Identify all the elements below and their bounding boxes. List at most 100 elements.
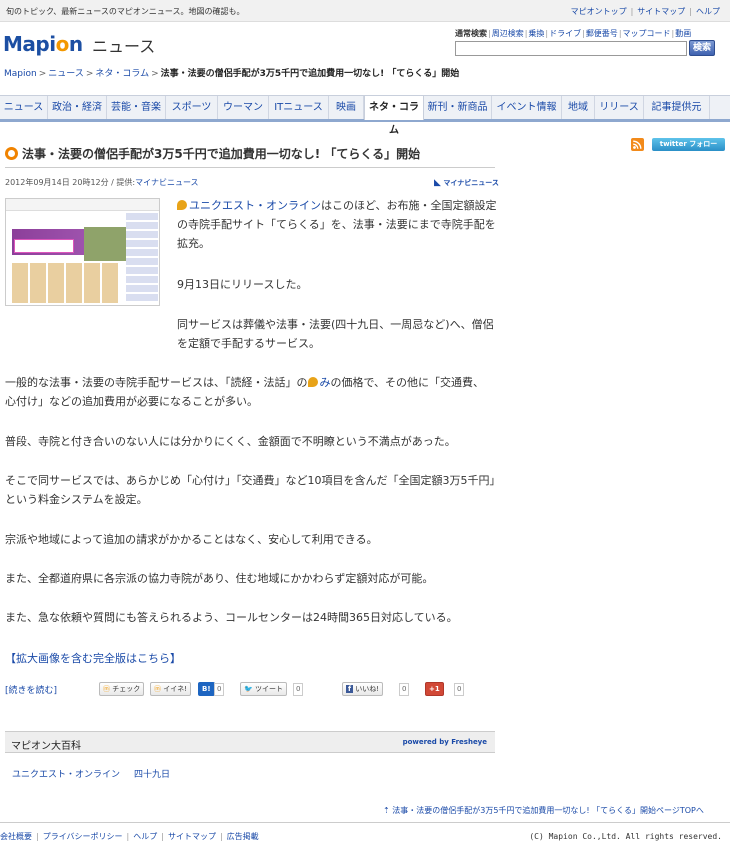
article-title: 法事・法要の僧侶手配が3万5千円で追加費用一切なし! 「てらくる」開始: [22, 147, 421, 161]
gplus-button[interactable]: +1: [425, 682, 444, 696]
nav-neta-column[interactable]: ネタ・コラム: [364, 96, 424, 136]
nav-region[interactable]: 地域: [562, 96, 595, 119]
search-tab-nearby[interactable]: 周辺検索: [492, 29, 524, 38]
search-button[interactable]: 検索: [689, 40, 715, 56]
top-bar: 旬のトピック、最新ニュースのマピオンニュース。地図の確認も。 マピオントップ | サ…: [0, 0, 730, 22]
up-arrow-icon: ⇡: [383, 806, 390, 815]
footer-ads[interactable]: 広告掲載: [227, 832, 259, 841]
keyword-link-mi[interactable]: み: [320, 376, 331, 389]
paragraph-1: ユニクエスト・オンラインはこのほど、お布施・全国定額設定の寺院手配サイト「てらく…: [177, 196, 497, 253]
tag-link-uniquest[interactable]: ユニクエスト・オンライン: [12, 770, 120, 780]
hatena-count: 0: [214, 683, 225, 696]
read-more-link[interactable]: [続きを読む]: [5, 683, 57, 696]
keyword-icon: [177, 200, 187, 210]
mixi-iine-icon: ⓜ: [154, 685, 161, 693]
nav-events[interactable]: イベント情報: [492, 96, 562, 119]
mixi-check-icon: ⓜ: [103, 685, 110, 693]
breadcrumb-mapion[interactable]: Mapion: [4, 69, 37, 79]
tweet-label: ツイート: [254, 685, 283, 693]
page-top-link[interactable]: ⇡ 法事・法要の僧侶手配が3万5千円で追加費用一切なし! 「てらくる」開始ページ…: [383, 805, 704, 816]
check-button[interactable]: ⓜ チェック: [99, 682, 145, 696]
footer-privacy[interactable]: プライバシーポリシー: [43, 832, 123, 841]
encyclopedia-powered-by[interactable]: powered by Fresheye: [403, 738, 487, 746]
top-links: マピオントップ | サイトマップ | ヘルプ: [570, 7, 720, 16]
footer-divider: [0, 822, 730, 823]
keyword-link-uniquest[interactable]: ユニクエスト・オンライン: [189, 199, 321, 212]
paragraph-2: 9月13日にリリースした。: [177, 278, 308, 291]
nav-release[interactable]: リリース: [595, 96, 644, 119]
breadcrumb-current: 法事・法要の僧侶手配が3万5千円で追加費用一切なし! 「てらくる」開始: [160, 69, 460, 79]
sitemap-link[interactable]: サイトマップ: [637, 7, 685, 16]
search-tab-postal[interactable]: 郵便番号: [586, 29, 618, 38]
full-version-link[interactable]: 【拡大画像を含む完全版はこちら】: [5, 650, 181, 666]
search-tab-transfer[interactable]: 乗換: [528, 29, 544, 38]
article-date: 2012年09月14日 20時12分: [5, 178, 109, 187]
title-bullet-icon: [5, 147, 18, 160]
section-label: ニュース: [92, 37, 156, 56]
rss-icon[interactable]: [631, 138, 644, 151]
check-label: チェック: [112, 685, 141, 693]
search-input[interactable]: [455, 41, 687, 56]
search-tabs: 通常検索|周辺検索|乗換|ドライブ|郵便番号|マップコード|動画: [455, 29, 692, 38]
nav-woman[interactable]: ウーマン: [218, 96, 269, 119]
paragraph-9: また、急な依頼や質問にも答えられるよう、コールセンターは24時間365日対応して…: [5, 611, 458, 624]
breadcrumb-news[interactable]: ニュース: [48, 69, 84, 79]
tweet-count: 0: [293, 683, 304, 696]
copyright: (C) Mapion Co.,Ltd. All rights reserved.: [529, 832, 722, 841]
provider-prefix: 提供:: [116, 178, 136, 187]
provider-link[interactable]: マイナビニュース: [135, 178, 198, 187]
footer-links: 会社概要 | プライバシーポリシー | ヘルプ | サイトマップ | 広告掲載: [0, 832, 259, 841]
page-top-label: 法事・法要の僧侶手配が3万5千円で追加費用一切なし! 「てらくる」開始ページTO…: [392, 806, 704, 815]
help-link[interactable]: ヘルプ: [696, 7, 720, 16]
footer-company[interactable]: 会社概要: [0, 832, 32, 841]
article-title-bar: 法事・法要の僧侶手配が3万5千円で追加費用一切なし! 「てらくる」開始: [5, 142, 495, 168]
paragraph-3: 同サービスは葬儀や法事・法要(四十九日、一周忌など)へ、僧侶を定額で手配するサー…: [177, 318, 494, 350]
nav-providers[interactable]: 記事提供元: [644, 96, 710, 119]
logo-text-o: o: [55, 32, 70, 56]
facebook-like-button[interactable]: f いいね!: [342, 682, 384, 696]
provider-logo[interactable]: ◣ マイナビニュース: [434, 178, 499, 188]
encyclopedia-title: マピオン大百科: [11, 741, 81, 752]
paragraph-5: 普段、寺院と付き合いのない人には分かりにくく、金額面で不明瞭という不満点があった…: [5, 435, 456, 448]
logo-text-end: n: [68, 32, 83, 56]
twitter-follow-button[interactable]: twitter フォロー: [652, 138, 725, 151]
twitter-bird-icon: 🐦: [244, 685, 253, 693]
nav-movie[interactable]: 映画: [329, 96, 364, 119]
article-meta: 2012年09月14日 20時12分 / 提供:マイナビニュース: [5, 178, 199, 187]
mapion-top-link[interactable]: マピオントップ: [571, 7, 627, 16]
facebook-count: 0: [399, 683, 410, 696]
search-tab-drive[interactable]: ドライブ: [549, 29, 581, 38]
nav-sports[interactable]: スポーツ: [166, 96, 218, 119]
site-tagline: 旬のトピック、最新ニュースのマピオンニュース。地図の確認も。: [6, 7, 245, 16]
gplus-count: 0: [454, 683, 465, 696]
search-tab-normal[interactable]: 通常検索: [455, 29, 487, 38]
facebook-like-label: いいね!: [355, 685, 380, 693]
nav-entertainment[interactable]: 芸能・音楽: [107, 96, 166, 119]
mapion-logo[interactable]: Mapion: [3, 32, 83, 56]
iine-button[interactable]: ⓜ イイネ!: [150, 682, 192, 696]
encyclopedia-header: マピオン大百科 powered by Fresheye: [5, 731, 495, 753]
paragraph-8: また、全都道府県に各宗派の協力寺院があり、住む地域にかかわらず定額対応が可能。: [5, 572, 434, 585]
breadcrumb-neta[interactable]: ネタ・コラム: [95, 69, 149, 79]
keyword-icon: [307, 377, 318, 387]
paragraph-4-text-a: 一般的な法事・法要の寺院手配サービスは、「読経・法話」の: [5, 376, 308, 389]
category-nav: ニュース 政治・経済 芸能・音楽 スポーツ ウーマン ITニュース 映画 ネタ・…: [0, 95, 730, 136]
hatena-button[interactable]: B!: [198, 682, 215, 696]
search-tab-video[interactable]: 動画: [675, 29, 691, 38]
footer-sitemap[interactable]: サイトマップ: [168, 832, 216, 841]
nav-it-news[interactable]: ITニュース: [269, 96, 329, 119]
tweet-button[interactable]: 🐦 ツイート: [240, 682, 287, 696]
nav-news[interactable]: ニュース: [0, 96, 48, 119]
article-thumbnail[interactable]: [5, 198, 160, 306]
search-tab-mapcode[interactable]: マップコード: [623, 29, 671, 38]
logo-text: Mapi: [3, 32, 56, 56]
breadcrumb: Mapion > ニュース > ネタ・コラム > 法事・法要の僧侶手配が3万5千円で追加費用…: [4, 69, 460, 79]
paragraph-6: そこで同サービスでは、あらかじめ「心付け」「交通費」など10項目を含んだ「全国定…: [5, 474, 495, 506]
encyclopedia-tags: ユニクエスト・オンライン 四十九日: [12, 767, 184, 780]
tag-link-shijukunichi[interactable]: 四十九日: [134, 770, 170, 780]
nav-new-books[interactable]: 新刊・新商品: [424, 96, 492, 119]
footer-help[interactable]: ヘルプ: [133, 832, 157, 841]
paragraph-4: 一般的な法事・法要の寺院手配サービスは、「読経・法話」の みの価格で、その他に「交…: [5, 373, 495, 411]
nav-politics[interactable]: 政治・経済: [48, 96, 107, 119]
facebook-icon: f: [346, 685, 354, 693]
